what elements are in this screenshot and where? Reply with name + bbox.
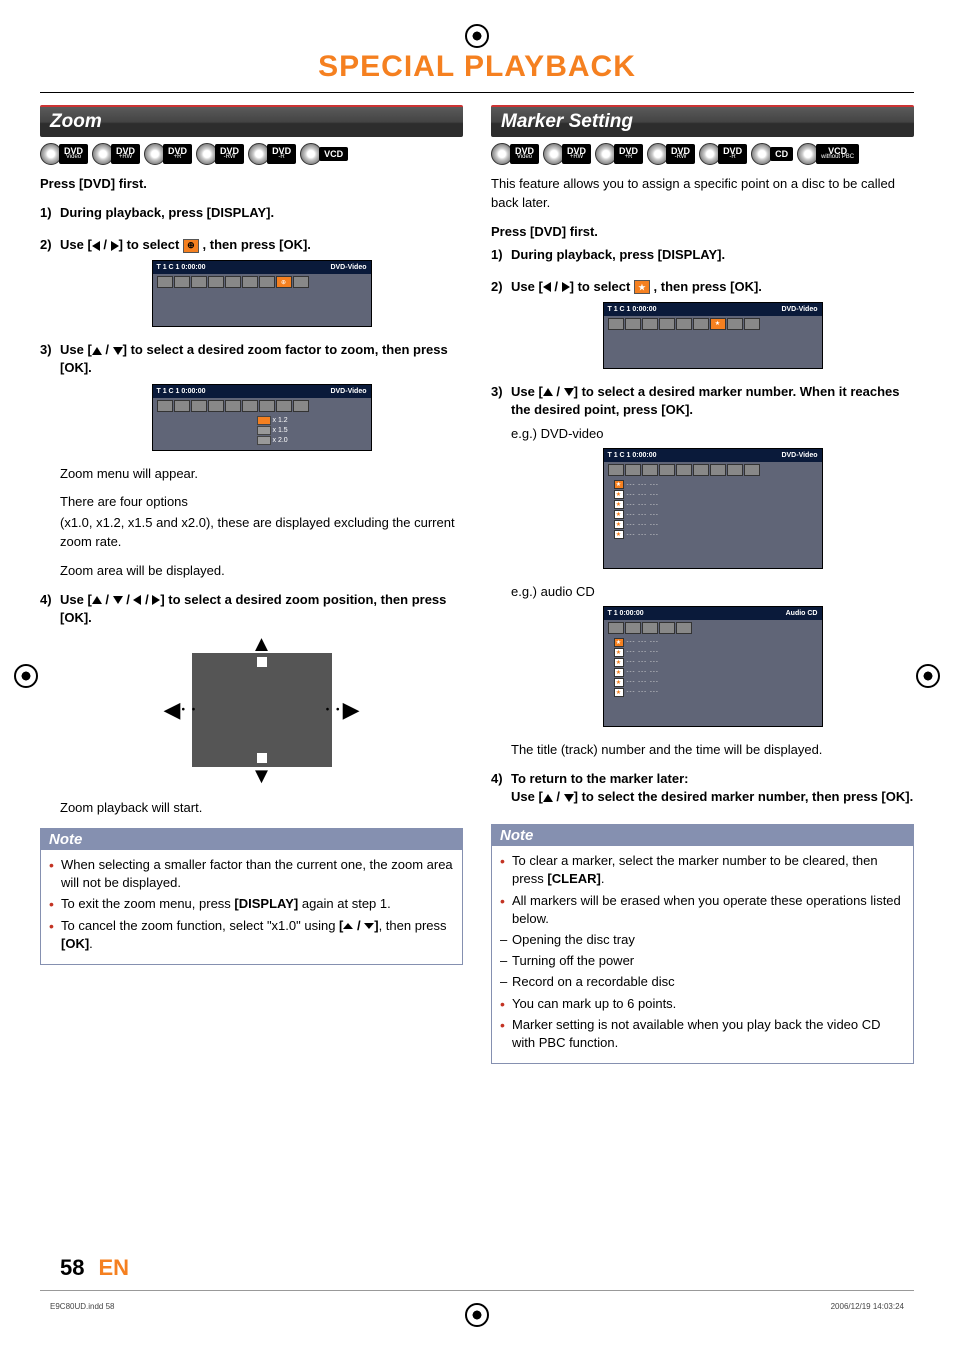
manual-page: SPECIAL PLAYBACK Zoom DVDVideo DVD+RW DVD+…	[0, 0, 954, 1351]
step-1: 1) During playback, press [DISPLAY].	[491, 246, 914, 264]
marker-icon: ★	[634, 280, 650, 294]
step-1: 1) During playback, press [DISPLAY].	[40, 204, 463, 222]
zoom-list-text: (x1.0, x1.2, x1.5 and x2.0), these are d…	[60, 514, 463, 552]
print-mark-icon	[14, 664, 38, 688]
step-2: 2) Use [ / ] to select ⊕ , then press [O…	[40, 236, 463, 254]
note-item: To cancel the zoom function, select "x1.…	[49, 917, 454, 953]
disc-badge: DVD+R	[595, 143, 643, 165]
osd-display-2: T 1 C 1 0:00:00DVD-Video x 1.2 x 1.5 x 2…	[152, 384, 372, 451]
step-3: 3) Use [ / ] to select a desired marker …	[491, 383, 914, 419]
step-2: 2) Use [ / ] to select ★ , then press [O…	[491, 278, 914, 296]
note-item: When selecting a smaller factor than the…	[49, 856, 454, 892]
disc-label: VCD	[319, 147, 348, 161]
disc-badge: DVD+RW	[543, 143, 591, 165]
note-item: To clear a marker, select the marker num…	[500, 852, 905, 888]
disc-label: DVD+RW	[111, 144, 140, 163]
press-dvd-first: Press [DVD] first.	[40, 175, 463, 194]
disc-label: DVD-R	[267, 144, 296, 163]
disc-label: DVD+R	[614, 144, 643, 163]
disc-badge: DVD+RW	[92, 143, 140, 165]
zoom-start-text: Zoom playback will start.	[60, 799, 463, 818]
marker-icon: ★	[710, 318, 726, 330]
zoom-position-diagram: ▲ ▼ ◀ ▶ • • • •	[162, 635, 362, 785]
osd-display-1: T 1 C 1 0:00:00DVD-Video ⊕	[152, 260, 372, 327]
note-subitem: Turning off the power	[500, 952, 905, 970]
divider	[40, 92, 914, 93]
arrow-up-icon: ▲	[251, 631, 273, 657]
disc-badge: DVD-R	[699, 143, 747, 165]
page-number: 58EN	[60, 1255, 129, 1281]
note-subitem: Opening the disc tray	[500, 931, 905, 949]
step-4: 4) To return to the marker later: Use [ …	[491, 770, 914, 806]
divider	[40, 1290, 914, 1291]
note-item: All markers will be erased when you oper…	[500, 892, 905, 928]
disc-label: CD	[770, 147, 793, 161]
disc-label: DVD-RW	[666, 144, 695, 163]
note-item: Marker setting is not available when you…	[500, 1016, 905, 1052]
disc-label: DVDVideo	[59, 144, 88, 163]
zoom-column: Zoom DVDVideo DVD+RW DVD+R DVD-RW DVD-R VCD P…	[40, 105, 463, 1064]
disc-badge: VCDwithout PBC	[797, 143, 859, 165]
disc-label: VCDwithout PBC	[816, 144, 859, 163]
eg-cd: e.g.) audio CD	[511, 583, 914, 602]
zoom-menu-text: Zoom menu will appear.	[60, 465, 463, 484]
arrow-left-icon: ◀	[164, 697, 181, 723]
marker-intro: This feature allows you to assign a spec…	[491, 175, 914, 213]
note-box-marker: Note To clear a marker, select the marke…	[491, 824, 914, 1064]
disc-badge: DVDVideo	[491, 143, 539, 165]
print-mark-icon	[465, 24, 489, 48]
disc-badge: DVD+R	[144, 143, 192, 165]
osd-display-marker-1: T 1 C 1 0:00:00DVD-Video ★	[603, 302, 823, 369]
footer-meta: E9C80UD.indd 582006/12/19 14:03:24	[50, 1302, 904, 1311]
disc-badge: DVDVideo	[40, 143, 88, 165]
page-title: SPECIAL PLAYBACK	[40, 50, 914, 84]
zoom-icon: ⊕	[276, 276, 292, 288]
disc-label: DVDVideo	[510, 144, 539, 163]
note-item: You can mark up to 6 points.	[500, 995, 905, 1013]
note-subitem: Record on a recordable disc	[500, 973, 905, 991]
step-3: 3) Use [ / ] to select a desired zoom fa…	[40, 341, 463, 377]
print-mark-icon	[916, 664, 940, 688]
disc-label: DVD-RW	[215, 144, 244, 163]
press-dvd-first: Press [DVD] first.	[491, 223, 914, 242]
disc-compat-row: DVDVideo DVD+RW DVD+R DVD-RW DVD-R VCD	[40, 143, 463, 165]
disc-badge: DVD-R	[248, 143, 296, 165]
arrow-right-icon: ▶	[343, 697, 360, 723]
zoom-area-text: Zoom area will be displayed.	[60, 562, 463, 581]
osd-display-marker-dvd: T 1 C 1 0:00:00DVD-Video ★--- --- --- ★-…	[603, 448, 823, 569]
disc-compat-row: DVDVideo DVD+RW DVD+R DVD-RW DVD-R CD VCDwitho…	[491, 143, 914, 165]
disc-badge: VCD	[300, 143, 348, 165]
note-heading: Note	[41, 829, 462, 850]
zoom-icon: ⊕	[183, 239, 199, 253]
disc-label: DVD-R	[718, 144, 747, 163]
note-box-zoom: Note When selecting a smaller factor tha…	[40, 828, 463, 965]
step-4: 4) Use [ / / / ] to select a desired zoo…	[40, 591, 463, 627]
arrow-down-icon: ▼	[251, 763, 273, 789]
section-heading-zoom: Zoom	[40, 105, 463, 137]
disc-badge: CD	[751, 143, 793, 165]
marker-column: Marker Setting DVDVideo DVD+RW DVD+R DVD-RW…	[491, 105, 914, 1064]
note-item: To exit the zoom menu, press [DISPLAY] a…	[49, 895, 454, 913]
disc-label: DVD+RW	[562, 144, 591, 163]
disc-badge: DVD-RW	[196, 143, 244, 165]
disc-badge: DVD-RW	[647, 143, 695, 165]
section-heading-marker: Marker Setting	[491, 105, 914, 137]
zoom-options-text: There are four options	[60, 493, 463, 512]
disc-label: DVD+R	[163, 144, 192, 163]
osd-display-marker-cd: T 1 0:00:00Audio CD ★--- --- --- ★--- --…	[603, 606, 823, 727]
eg-dvd: e.g.) DVD-video	[511, 425, 914, 444]
track-note: The title (track) number and the time wi…	[511, 741, 914, 760]
note-heading: Note	[492, 825, 913, 846]
